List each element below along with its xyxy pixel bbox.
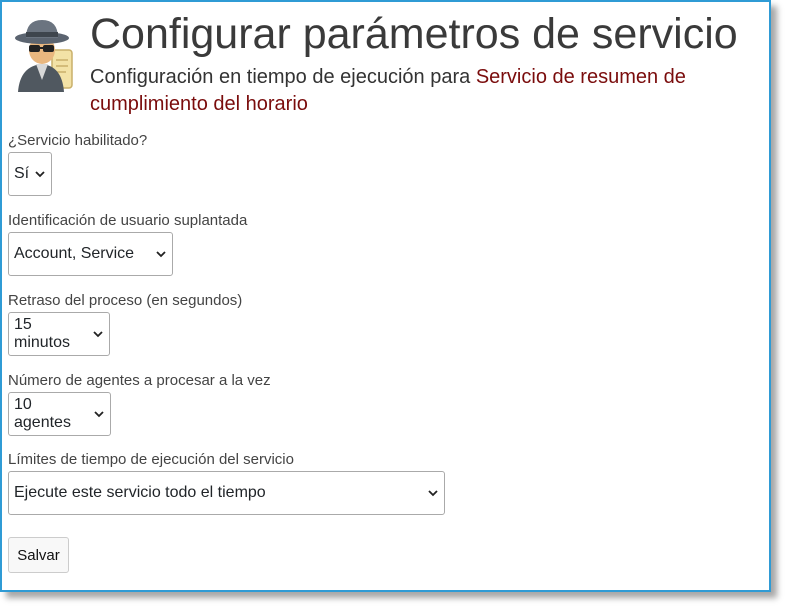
select-impersonated-user[interactable]: Account, Service — [8, 232, 173, 276]
select-process-delay[interactable]: 15 minutos — [8, 312, 110, 356]
page-title: Configurar parámetros de servicio — [90, 10, 738, 58]
field-service-enabled: ¿Servicio habilitado? Sí — [8, 130, 445, 210]
chevron-down-icon — [94, 411, 104, 418]
chevron-down-icon — [93, 331, 103, 338]
field-process-delay: Retraso del proceso (en segundos) 15 min… — [8, 290, 445, 370]
chevron-down-icon — [156, 251, 166, 258]
chevron-down-icon — [35, 171, 45, 178]
dialog-frame: Configurar parámetros de servicio Config… — [0, 0, 771, 592]
select-runtime-limits[interactable]: Ejecute este servicio todo el tiempo — [8, 471, 445, 515]
select-service-enabled[interactable]: Sí — [8, 152, 52, 196]
field-agents-batch: Número de agentes a procesar a la vez 10… — [8, 370, 445, 449]
label-service-enabled: ¿Servicio habilitado? — [8, 132, 148, 149]
select-value: Sí — [14, 165, 30, 182]
select-value: 10 agentes — [14, 396, 71, 431]
field-impersonated-user: Identificación de usuario suplantada Acc… — [8, 210, 445, 290]
field-runtime-limits: Límites de tiempo de ejecución del servi… — [8, 449, 445, 515]
label-impersonated-user: Identificación de usuario suplantada — [8, 212, 248, 229]
chevron-down-icon — [428, 490, 438, 497]
select-value: Account, Service — [14, 245, 135, 262]
spy-icon — [15, 20, 73, 92]
select-agents-batch[interactable]: 10 agentes — [8, 392, 111, 436]
page-subtitle: Configuración en tiempo de ejecución par… — [90, 64, 760, 118]
label-agents-batch: Número de agentes a procesar a la vez — [8, 372, 271, 389]
settings-form: ¿Servicio habilitado? Sí Identificación … — [8, 130, 445, 515]
label-runtime-limits: Límites de tiempo de ejecución del servi… — [8, 451, 294, 468]
select-value: 15 minutos — [14, 316, 71, 351]
label-process-delay: Retraso del proceso (en segundos) — [8, 292, 243, 309]
save-button[interactable]: Salvar — [8, 537, 69, 573]
subtitle-prefix: Configuración en tiempo de ejecución par… — [90, 66, 476, 88]
select-value: Ejecute este servicio todo el tiempo — [14, 484, 266, 501]
